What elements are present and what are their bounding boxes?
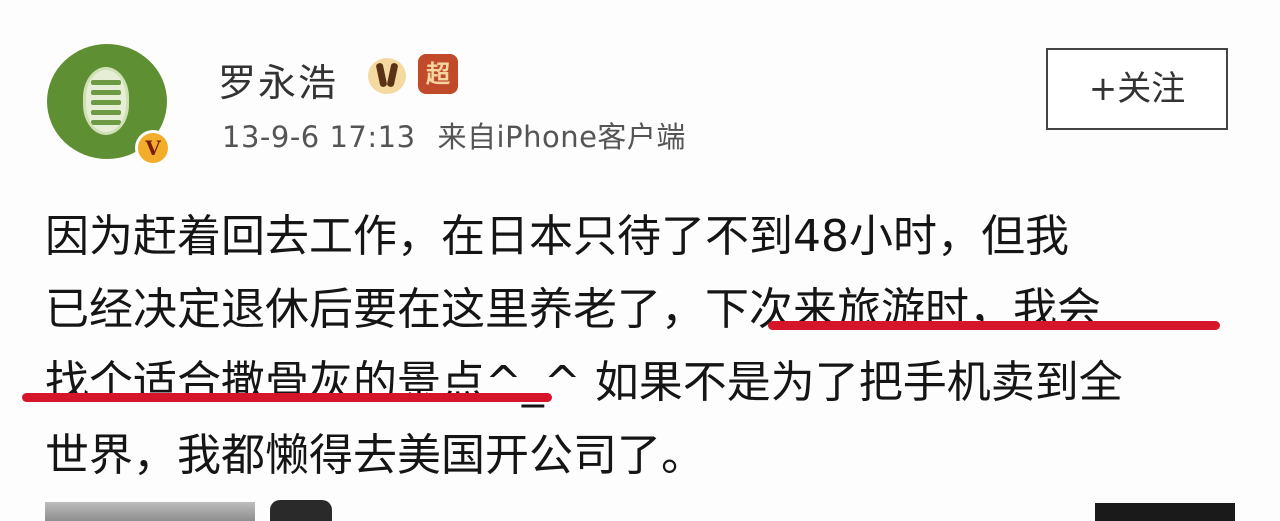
avatar-logo-icon [83,67,129,135]
author-name[interactable]: 罗永浩 [218,52,338,107]
verified-badge-icon: V [135,130,171,166]
post-content: 因为赶着回去工作，在日本只待了不到48小时，但我 已经决定退休后要在这里养老了，… [45,200,1245,492]
member-stamp-icon[interactable]: 超 [418,54,458,94]
follow-button[interactable]: +关注 [1046,48,1228,130]
red-underline-annotation [768,321,1220,330]
post-source[interactable]: 来自iPhone客户端 [438,120,686,154]
content-line: 已经决定退休后要在这里养老了，下次来旅游时，我会 [45,284,1101,335]
vip-medal-icon[interactable] [368,58,406,94]
content-line: 找个适合撒骨灰的景点^_^ 如果不是为了把手机卖到全 [45,357,1123,408]
post-image-thumbnail[interactable] [45,502,255,521]
content-line: 世界，我都懒得去美国开公司了。 [45,430,705,481]
post-image-thumbnail[interactable] [270,500,332,521]
weibo-post: V 罗永浩 超 13-9-6 17:13 来自iPhone客户端 +关注 因为赶着… [0,0,1280,521]
red-underline-annotation [22,393,552,402]
post-time: 17:13 [329,120,416,154]
post-images [0,500,1280,521]
post-meta: 13-9-6 17:13 来自iPhone客户端 [222,114,686,156]
post-date: 13-9-6 [222,120,320,154]
post-image-thumbnail[interactable] [1095,503,1235,521]
content-line: 因为赶着回去工作，在日本只待了不到48小时，但我 [45,211,1069,262]
avatar[interactable]: V [47,44,171,166]
